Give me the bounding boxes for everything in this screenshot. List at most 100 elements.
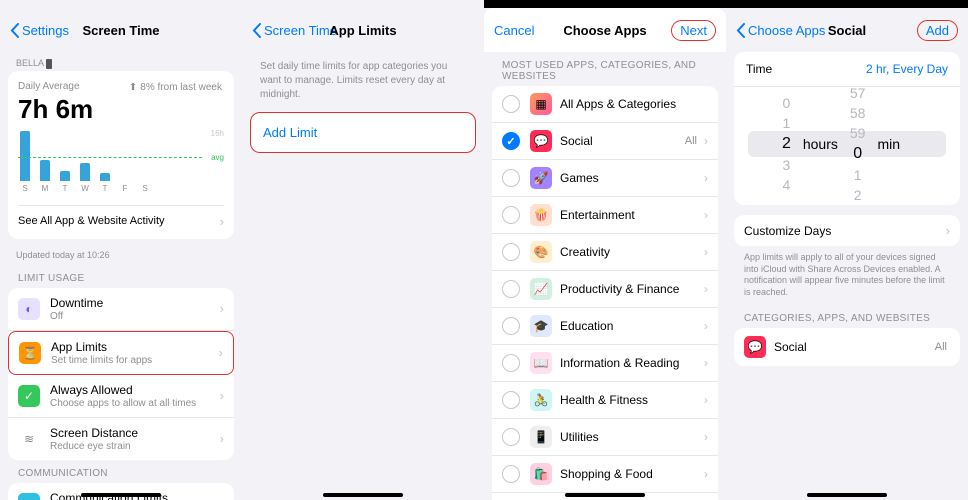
chevron-right-icon: › [946,223,950,238]
chart-day-label: F [120,184,130,193]
radio-unchecked[interactable] [502,169,520,187]
panel-choose-apps: Cancel Choose Apps Next MOST USED APPS, … [484,0,726,500]
downtime-icon: ◐ [18,298,40,320]
content: BELLA Daily Average 7h 6m ⬆8% from last … [0,52,242,500]
row-screen-distance[interactable]: ≋ Screen DistanceReduce eye strain › [8,418,234,460]
status-bar [726,0,968,8]
picker-min-option[interactable]: 2 [854,187,862,203]
picker-hour-option[interactable]: 0 [783,95,791,111]
scope-label: All [935,341,947,353]
row-always-allowed[interactable]: ✓ Always AllowedChoose apps to allow at … [8,375,234,418]
row-category[interactable]: 🍿 Entertainment › [492,197,718,234]
radio-unchecked[interactable] [502,243,520,261]
back-label: Choose Apps [748,23,825,38]
row-category[interactable]: 📈 Productivity & Finance › [492,271,718,308]
waves-icon: ≋ [18,428,40,450]
picker-hour-option[interactable]: 3 [783,157,791,173]
page-title: Choose Apps [563,23,646,38]
add-button[interactable]: Add [917,20,958,41]
radio-checked[interactable] [502,132,520,150]
page-title: Social [828,23,866,38]
page-title: Screen Time [82,23,159,38]
chevron-right-icon: › [704,245,708,259]
chart-labels: SMTWTFS [18,184,224,193]
pct-change: ⬆8% from last week [129,82,222,93]
radio-unchecked[interactable] [502,391,520,409]
row-customize-days[interactable]: Customize Days › [734,215,960,246]
radio-unchecked[interactable] [502,317,520,335]
picker-min-option[interactable]: 58 [850,105,866,121]
panel-screen-time: Settings Screen Time BELLA Daily Average… [0,0,242,500]
customize-group: Customize Days › [734,215,960,246]
next-button[interactable]: Next [671,20,716,41]
see-all-activity[interactable]: See All App & Website Activity › [18,205,224,229]
back-label: Settings [22,23,69,38]
row-category[interactable]: 🚴 Health & Fitness › [492,382,718,419]
category-icon: 🚴 [530,389,552,411]
picker-min-option[interactable]: 57 [850,85,866,101]
row-downtime[interactable]: ◐ DowntimeOff › [8,288,234,331]
picker-hour-option[interactable]: 2 [782,135,791,153]
chart-day-label: T [100,184,110,193]
avg-line [18,157,202,158]
radio-unchecked[interactable] [502,280,520,298]
row-social-category[interactable]: 💬 Social All [734,328,960,366]
add-limit-button[interactable]: Add Limit [250,112,476,153]
row-category[interactable]: 🛍️ Shopping & Food › [492,456,718,493]
back-label: Screen Time [264,23,337,38]
category-icon: 📖 [530,352,552,374]
chevron-right-icon: › [219,345,223,360]
picker-min-option[interactable]: 0 [853,145,862,163]
back-screen-time[interactable]: Screen Time [252,23,337,38]
chevron-right-icon: › [220,388,224,403]
cancel-button[interactable]: Cancel [494,23,534,38]
chevron-left-icon [252,23,261,38]
social-icon: 💬 [744,336,766,358]
row-category[interactable]: 🚀 Games › [492,160,718,197]
row-category[interactable]: 📖 Information & Reading › [492,345,718,382]
daily-average-card[interactable]: Daily Average 7h 6m ⬆8% from last week 1… [8,71,234,239]
radio-unchecked[interactable] [502,206,520,224]
picker-min-option[interactable]: 59 [850,125,866,141]
row-all-apps[interactable]: ▦ All Apps & Categories [492,86,718,123]
radio-unchecked[interactable] [502,95,520,113]
radio-unchecked[interactable] [502,354,520,372]
chart-bar [40,160,50,180]
category-icon: 🎓 [530,315,552,337]
row-app-limits[interactable]: ⏳ App LimitsSet time limits for apps › [8,331,234,375]
communication-group: 👥 Communication LimitsSet limits for cal… [8,483,234,500]
category-icon: 🚀 [530,167,552,189]
row-category[interactable]: 📱 Utilities › [492,419,718,456]
panel-social-limit: Choose Apps Social Add Time 2 hr, Every … [726,0,968,500]
chevron-right-icon: › [220,301,224,316]
row-category[interactable]: 🎨 Creativity › [492,234,718,271]
section-communication: COMMUNICATION [8,460,234,483]
chevron-right-icon: › [704,171,708,185]
radio-unchecked[interactable] [502,428,520,446]
picker-hour-option[interactable]: 1 [783,115,791,131]
arrow-up-icon: ⬆ [129,82,137,93]
time-label: Time [746,62,866,76]
back-settings[interactable]: Settings [10,23,69,38]
row-time[interactable]: Time 2 hr, Every Day [734,52,960,87]
radio-unchecked[interactable] [502,465,520,483]
picker-hour-option[interactable]: 4 [783,177,791,193]
chart-bars [18,131,224,181]
chart-bar [80,163,90,180]
time-picker[interactable]: 01234 hours 575859012 min [748,89,946,199]
picker-min-option[interactable]: 1 [854,167,862,183]
picker-mins[interactable]: 57 58 59 0 1 2 [850,85,866,203]
row-comm-limits[interactable]: 👥 Communication LimitsSet limits for cal… [8,483,234,500]
chart-bar [20,131,30,181]
row-category[interactable]: 🎓 Education › [492,308,718,345]
chevron-right-icon: › [220,431,224,446]
picker-hours[interactable]: 0 1 2 3 4 [782,95,791,193]
check-icon: ✓ [18,385,40,407]
chevron-left-icon [10,23,19,38]
back-choose-apps[interactable]: Choose Apps [736,23,825,38]
category-label: Social [560,134,685,148]
chevron-right-icon: › [220,214,224,229]
grid-icon: ▦ [530,93,552,115]
row-category[interactable]: 💬 Social All› [492,123,718,160]
avg-tag: avg [211,153,224,162]
